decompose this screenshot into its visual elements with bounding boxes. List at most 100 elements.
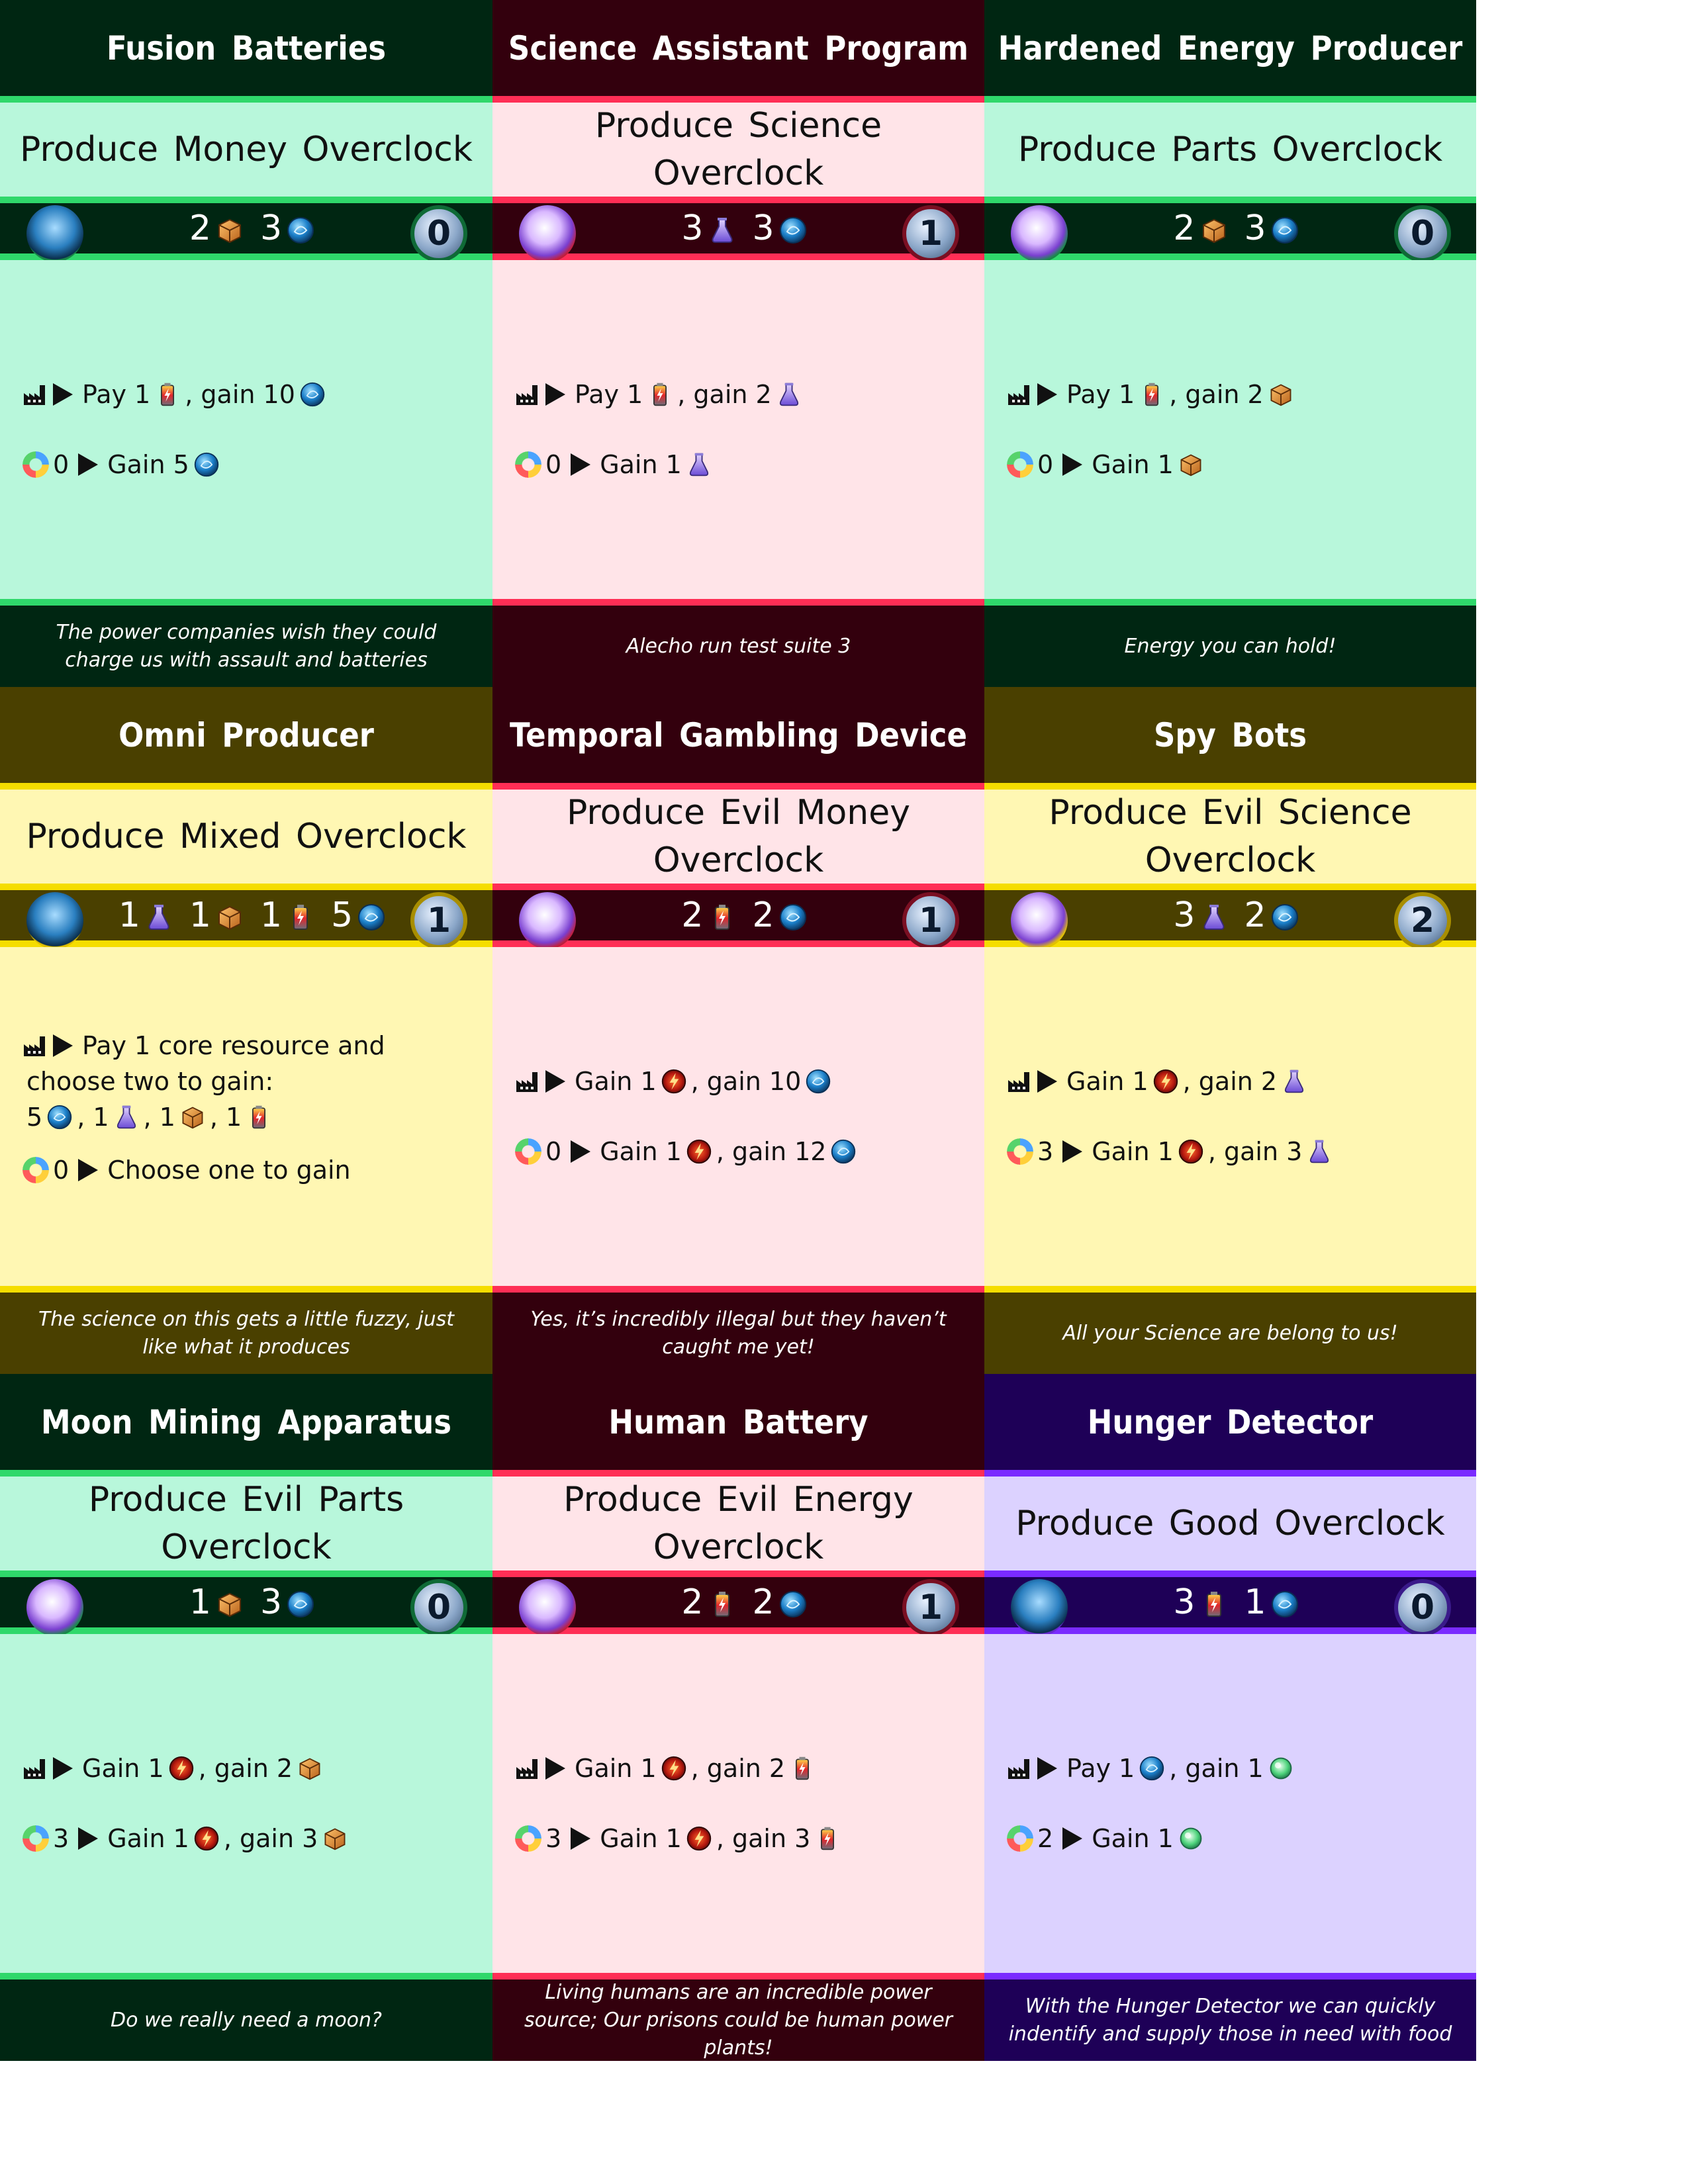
level-badge: 0 <box>1394 1579 1451 1636</box>
effect-text: choose two to gain: <box>26 1067 274 1096</box>
card-title: Fusion Batteries <box>0 0 492 96</box>
parts-icon <box>1178 451 1204 478</box>
cycle-icon <box>1007 1825 1033 1852</box>
effect-text: 5 <box>26 1103 43 1132</box>
money-icon <box>805 1068 831 1095</box>
flavor-text: The power companies wish they could char… <box>0 599 492 687</box>
energy-icon <box>246 1104 272 1130</box>
cost-bar: 3 3 1 <box>492 197 984 262</box>
flavor-text: The science on this gets a little fuzzy,… <box>0 1286 492 1374</box>
effect-text: 3 <box>53 1824 70 1853</box>
level-badge: 0 <box>410 205 467 262</box>
effect-text: Gain 1 <box>600 1137 682 1166</box>
effect-line: Pay 1 , gain 2 <box>1007 377 1454 412</box>
effect-line: Gain 1 , gain 10 <box>515 1064 962 1099</box>
card[interactable]: Hardened Energy Producer Produce Parts Ov… <box>984 0 1476 687</box>
cost-amount: 2 <box>189 208 211 248</box>
effect-text: Gain 1 <box>107 1824 189 1853</box>
effect-line: Gain 1 , gain 2 <box>515 1751 962 1786</box>
energy-icon <box>814 1825 841 1852</box>
effect-line: Gain 1 , gain 2 <box>1007 1064 1454 1099</box>
cost-bar: 1 3 0 <box>0 1570 492 1636</box>
card-body: Pay 1 , gain 1 2 Gain 1 <box>984 1634 1476 1973</box>
cycle-icon <box>23 451 49 478</box>
evil-icon <box>1178 1138 1204 1165</box>
cost-bar: 2 2 1 <box>492 1570 984 1636</box>
arrow-icon <box>53 1757 73 1780</box>
card[interactable]: Omni Producer Produce Mixed Overclock 1 1 1 5… <box>0 687 492 1374</box>
arrow-icon <box>1062 453 1083 476</box>
cycle-icon <box>23 1157 49 1183</box>
arrow-icon <box>571 453 591 476</box>
cost-amount: 2 <box>1244 895 1266 935</box>
effect-text: Pay 1 <box>82 380 151 409</box>
effect-line: 3 Gain 1 , gain 3 <box>23 1821 470 1856</box>
effect-text: , 1 <box>77 1103 109 1132</box>
cost-bar: 2 2 1 <box>492 884 984 949</box>
card[interactable]: Science Assistant Program Produce Science… <box>492 0 984 687</box>
card-body: Pay 1 , gain 2 0 Gain 1 <box>492 260 984 599</box>
cost-amount: 2 <box>1173 208 1196 248</box>
arrow-icon <box>53 383 73 406</box>
arrow-icon <box>545 383 565 406</box>
effect-text: Pay 1 core resource and <box>82 1031 385 1060</box>
effect-text: Gain 1 <box>575 1067 657 1096</box>
money-icon <box>299 381 326 408</box>
effect-line: Pay 1 core resource and <box>23 1028 470 1064</box>
effect-text: Gain 1 <box>82 1754 164 1783</box>
card[interactable]: Spy Bots Produce Evil Science Overclock 3 2… <box>984 687 1476 1374</box>
cycle-icon <box>515 1138 541 1165</box>
card[interactable]: Human Battery Produce Evil Energy Overclo… <box>492 1374 984 2061</box>
effect-line: choose two to gain: <box>23 1064 470 1099</box>
card[interactable]: Fusion Batteries Produce Money Overclock 2… <box>0 0 492 687</box>
effect-text: Gain 5 <box>107 450 189 479</box>
science-icon <box>1199 901 1229 930</box>
evil-icon <box>686 1138 712 1165</box>
science-icon <box>113 1104 140 1130</box>
effect-text: 2 <box>1037 1824 1054 1853</box>
money-icon <box>1270 214 1299 244</box>
cost-bar: 2 3 0 <box>984 197 1476 262</box>
card-body: Pay 1 core resource and choose two to gai… <box>0 947 492 1286</box>
money-icon <box>286 1588 315 1617</box>
evil-icon <box>1152 1068 1179 1095</box>
card[interactable]: Temporal Gambling Device Produce Evil Mon… <box>492 687 984 1374</box>
card-subtitle: Produce Science Overclock <box>492 96 984 197</box>
effect-text: , gain 10 <box>185 380 295 409</box>
money-icon <box>286 214 315 244</box>
cost-amount: 2 <box>681 1582 704 1622</box>
parts-icon <box>215 901 244 931</box>
arrow-icon <box>53 1034 73 1057</box>
level-badge: 1 <box>410 892 467 949</box>
effect-line: 0 Gain 1 <box>515 447 962 482</box>
effect-text: , gain 3 <box>1207 1137 1303 1166</box>
science-icon <box>1306 1138 1333 1165</box>
parts-icon <box>215 214 244 244</box>
effect-text: 0 <box>53 1156 70 1185</box>
effect-text: , gain 12 <box>716 1137 827 1166</box>
effect-line: 0 Gain 5 <box>23 447 470 482</box>
money-icon <box>778 214 808 244</box>
card-subtitle: Produce Evil Money Overclock <box>492 783 984 884</box>
card-subtitle: Produce Evil Parts Overclock <box>0 1470 492 1570</box>
effect-text: , 1 <box>209 1103 242 1132</box>
effect-text: Choose one to gain <box>107 1156 351 1185</box>
card-subtitle: Produce Good Overclock <box>984 1470 1476 1570</box>
flavor-text: With the Hunger Detector we can quickly … <box>984 1973 1476 2061</box>
card[interactable]: Hunger Detector Produce Good Overclock 3 1 0… <box>984 1374 1476 2061</box>
evil-icon <box>661 1755 687 1782</box>
card-body: Pay 1 , gain 10 0 Gain 5 <box>0 260 492 599</box>
effect-text: , 1 <box>143 1103 175 1132</box>
flavor-text: All your Science are belong to us! <box>984 1286 1476 1374</box>
arrow-icon <box>545 1757 565 1780</box>
parts-icon <box>1199 214 1229 244</box>
money-icon <box>1139 1755 1165 1782</box>
energy-icon <box>708 1588 737 1617</box>
arrow-icon <box>78 453 99 476</box>
arrow-icon <box>571 1827 591 1850</box>
cost-amount: 1 <box>1244 1582 1266 1622</box>
cost-amount: 1 <box>189 1582 211 1622</box>
cost-amount: 2 <box>752 895 774 935</box>
cost-amount: 3 <box>752 208 774 248</box>
card[interactable]: Moon Mining Apparatus Produce Evil Parts … <box>0 1374 492 2061</box>
